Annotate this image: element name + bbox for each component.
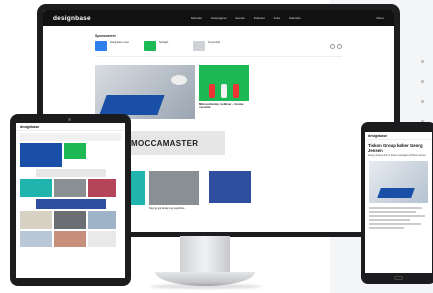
sponsored-item[interactable]: Nyt produkt [193, 41, 235, 51]
nav-item[interactable]: Kalender [289, 16, 301, 20]
hero-product-shape [99, 95, 165, 115]
side-article-title: Mikroomhelmp, bolibner – Invoke ovenstal [199, 102, 244, 110]
hero-product-lid [171, 75, 187, 85]
tablet-cards-3 [20, 231, 121, 247]
phone-device: designbase Tiskon Group køber Georg Jens… [361, 122, 433, 284]
tablet-card-image[interactable] [88, 231, 116, 247]
carousel-controls [330, 41, 342, 51]
decorative-dots [420, 60, 426, 130]
monitor-shadow [150, 284, 262, 289]
tablet-ad-banner[interactable] [36, 169, 106, 177]
nav-item[interactable]: Nyheder [191, 16, 202, 20]
tablet-ad-banner-2[interactable] [36, 199, 106, 209]
article-headline: Tiskon Group køber Georg Jensen [368, 143, 423, 154]
tablet-hero-image[interactable] [20, 143, 62, 167]
sponsored-strip [20, 133, 121, 141]
card-image [149, 171, 199, 205]
side-article-image [199, 65, 249, 101]
site-header: designbase Nyheder Kampagner Events Podc… [43, 10, 394, 26]
tablet-cards-2 [20, 211, 121, 229]
tablet-logo[interactable]: designbase [20, 125, 39, 129]
tablet-card-image[interactable] [54, 231, 86, 247]
sponsored-title: Nyt produkt [208, 41, 221, 44]
sponsored-row: Designbase news Spotlight Nyt produkt [95, 41, 342, 57]
tablet-card-image[interactable] [20, 231, 52, 247]
sponsored-title: Designbase news [110, 41, 129, 44]
article-card[interactable]: Spyngt gik design og tegnibres [149, 171, 199, 210]
sponsored-item[interactable]: Spotlight [144, 41, 186, 51]
monitor-stand-neck [180, 236, 230, 276]
camera-icon [68, 118, 71, 121]
sponsored-label: Sponsoreret [95, 34, 116, 38]
phone-logo[interactable]: designbase [368, 134, 387, 138]
nav-item[interactable]: Kampagner [211, 16, 227, 20]
tablet-card-image[interactable] [54, 211, 86, 229]
tablet-cards [20, 179, 121, 197]
tablet-card-image[interactable] [54, 179, 86, 197]
next-arrow-icon[interactable] [337, 43, 342, 49]
tablet-card-image[interactable] [88, 211, 116, 229]
article-body [365, 207, 432, 229]
tablet-header: designbase [16, 123, 125, 131]
tablet-hero [20, 143, 121, 167]
nav-item[interactable]: Podcast [254, 16, 265, 20]
prev-arrow-icon[interactable] [330, 43, 335, 49]
hero-section: Mikroomhelmp, bolibner – Invoke ovenstal [95, 65, 342, 119]
sponsored-title: Spotlight [159, 41, 169, 44]
phone-header: designbase [365, 132, 432, 140]
tablet-card-image[interactable] [20, 211, 52, 229]
sponsored-thumb [144, 41, 156, 51]
tablet-screen: designbase [16, 123, 125, 278]
tablet-device: designbase [10, 114, 131, 286]
banner-brand: MOCCAMASTER [131, 138, 199, 148]
sponsored-thumb [193, 41, 205, 51]
tablet-card-image[interactable] [20, 179, 52, 197]
phone-screen: designbase Tiskon Group køber Georg Jens… [365, 132, 432, 273]
article-cards: Dansk Inn Danes hier bekab Spyngt gik de… [95, 171, 342, 210]
hero-side-article[interactable]: Mikroomhelmp, bolibner – Invoke ovenstal [199, 65, 249, 119]
main-nav: Nyheder Kampagner Events Podcast Jobs Ka… [191, 16, 301, 20]
showcase-stage: designbase Nyheder Kampagner Events Podc… [0, 0, 433, 293]
site-logo[interactable]: designbase [53, 15, 91, 22]
article-subline: Georg Jensen A/S er blevet overtaget af … [368, 154, 426, 158]
menu-button[interactable]: Menu [376, 16, 384, 20]
tablet-side-image[interactable] [64, 143, 86, 159]
sponsored-item[interactable]: Designbase news [95, 41, 137, 51]
nav-item[interactable]: Events [236, 16, 245, 20]
sponsored-thumb [95, 41, 107, 51]
hero-article-image[interactable] [95, 65, 195, 119]
nav-item[interactable]: Jobs [274, 16, 280, 20]
card-title: Spyngt gik design og tegnibres [149, 207, 185, 210]
side-ad[interactable] [209, 171, 251, 203]
home-button-icon[interactable] [394, 276, 403, 280]
tablet-card-image[interactable] [88, 179, 116, 197]
article-image[interactable] [369, 161, 428, 204]
